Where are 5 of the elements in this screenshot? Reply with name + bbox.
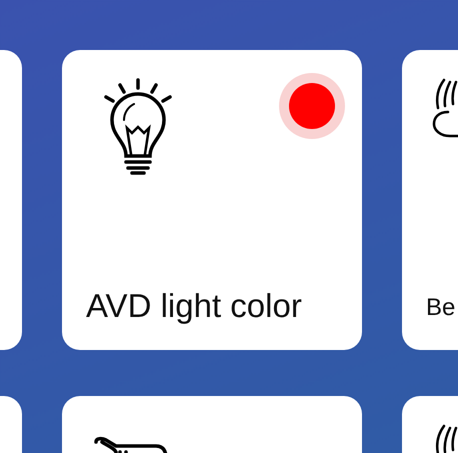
tile-card[interactable]: AVD light color bbox=[62, 50, 362, 350]
tile-label: AVD light color bbox=[86, 288, 302, 324]
tile-label: Be bbox=[426, 294, 456, 321]
color-dot[interactable] bbox=[289, 83, 335, 129]
tile-card[interactable]: Be bbox=[402, 50, 458, 350]
